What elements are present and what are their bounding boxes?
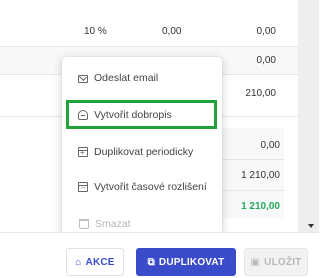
amount-cell: 210,00 xyxy=(245,88,276,99)
duplicate-button-label: DUPLIKOVAT xyxy=(158,256,225,268)
menu-item-label: Odeslat email xyxy=(94,72,159,84)
summary-value: 0,00 xyxy=(260,140,280,151)
save-button: ▣ ULOŽIT xyxy=(244,248,308,276)
amount-cell: 0,00 xyxy=(256,55,276,66)
table-row: 10 % 0,00 0,00 xyxy=(0,17,298,47)
menu-item-create-accrual[interactable]: Vytvořit časové rozlišení xyxy=(62,172,222,202)
action-bar: ⌂ AKCE ⧉ DUPLIKOVAT ▣ ULOŽIT xyxy=(0,232,319,278)
summary-value: 1 210,00 xyxy=(241,170,280,181)
menu-item-label: Smazat xyxy=(95,218,131,230)
menu-item-send-email[interactable]: Odeslat email xyxy=(62,63,222,93)
mail-icon xyxy=(78,74,88,83)
actions-button[interactable]: ⌂ AKCE xyxy=(66,248,124,276)
scrollbar[interactable] xyxy=(298,0,319,232)
box-icon: ⌂ xyxy=(75,256,82,268)
actions-button-label: AKCE xyxy=(85,256,115,268)
menu-item-label: Vytvořit časové rozlišení xyxy=(94,181,207,193)
actions-menu: Odeslat email Vytvořit dobropis Duplikov… xyxy=(62,57,222,242)
highlight-box xyxy=(66,100,217,129)
summary-total: 1 210,00 xyxy=(241,201,280,212)
menu-item-label: Duplikovat periodicky xyxy=(94,146,194,158)
save-icon: ▣ xyxy=(250,256,261,268)
trash-icon xyxy=(79,219,89,229)
vat-amount-cell: 0,00 xyxy=(162,26,182,37)
duplicate-button[interactable]: ⧉ DUPLIKOVAT xyxy=(136,248,236,276)
calendar-range-icon xyxy=(78,182,88,192)
invoice-screen: 10 % 0,00 0,00 0,00 210,00 0,00 1 210,00… xyxy=(0,0,319,278)
scroll-down-arrow-icon[interactable] xyxy=(308,224,314,228)
menu-item-duplicate-periodically[interactable]: Duplikovat periodicky xyxy=(62,137,222,167)
calendar-plus-icon xyxy=(78,147,88,157)
vat-rate-cell: 10 % xyxy=(84,26,107,37)
save-button-label: ULOŽIT xyxy=(264,256,302,268)
amount-cell: 0,00 xyxy=(256,26,276,37)
copy-icon: ⧉ xyxy=(147,256,155,268)
